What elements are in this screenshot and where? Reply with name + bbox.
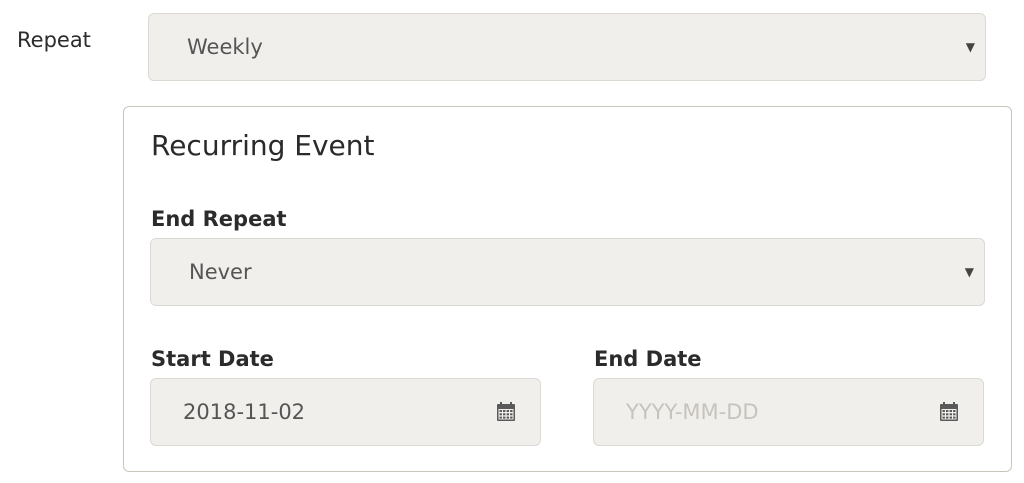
- end-date-label: End Date: [594, 347, 702, 371]
- start-date-input[interactable]: 2018-11-02: [150, 378, 541, 446]
- repeat-select[interactable]: Weekly ▼: [148, 13, 986, 81]
- calendar-icon[interactable]: [494, 400, 518, 424]
- calendar-icon[interactable]: [937, 400, 961, 424]
- chevron-down-icon: ▼: [965, 40, 975, 54]
- end-date-input[interactable]: YYYY-MM-DD: [593, 378, 984, 446]
- panel-title: Recurring Event: [151, 129, 375, 162]
- repeat-label: Repeat: [17, 28, 91, 52]
- end-repeat-label: End Repeat: [151, 207, 287, 231]
- recurring-event-panel: Recurring Event End Repeat Never ▼ Start…: [123, 106, 1012, 472]
- end-date-placeholder: YYYY-MM-DD: [626, 400, 759, 424]
- chevron-down-icon: ▼: [964, 265, 974, 279]
- recurring-event-form: Repeat Weekly ▼ Recurring Event End Repe…: [0, 0, 1024, 483]
- end-repeat-select-value: Never: [189, 260, 252, 284]
- end-repeat-select[interactable]: Never ▼: [150, 238, 985, 306]
- repeat-select-value: Weekly: [187, 35, 263, 59]
- start-date-label: Start Date: [151, 347, 274, 371]
- start-date-value: 2018-11-02: [183, 400, 306, 424]
